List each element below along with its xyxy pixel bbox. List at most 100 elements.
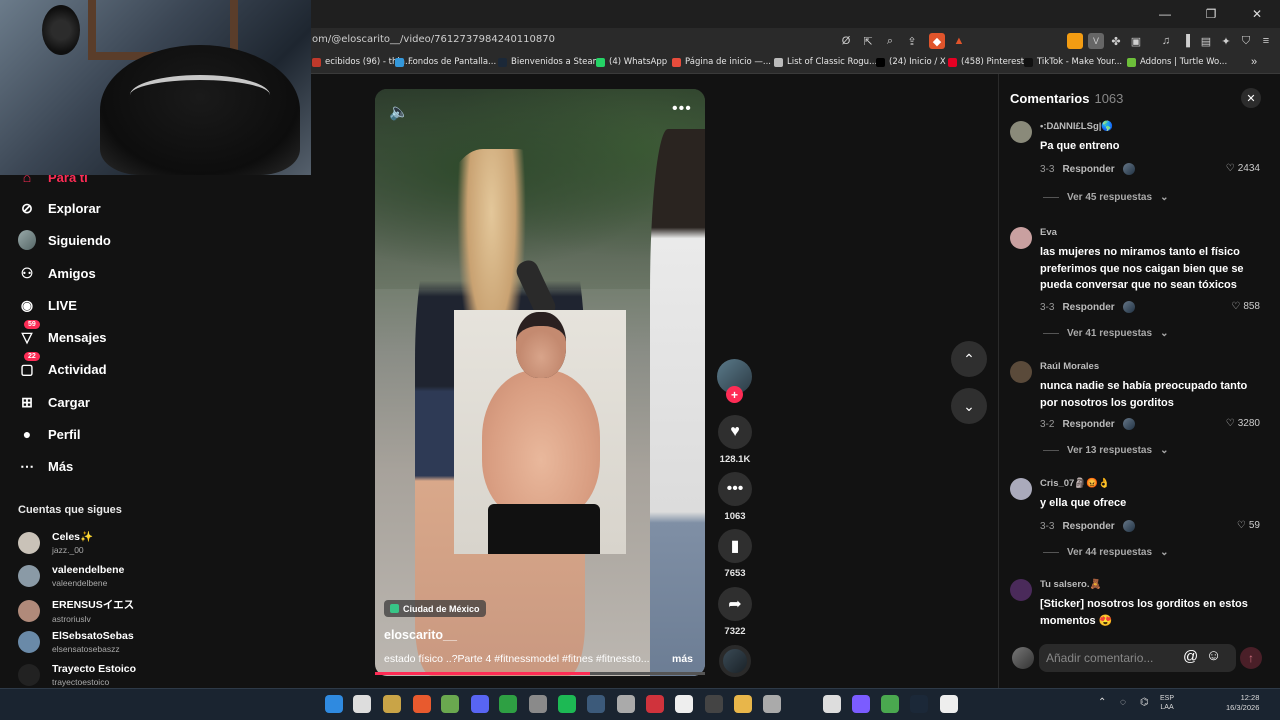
- sidebar-item-más[interactable]: ⋯ Más: [18, 457, 73, 475]
- comment-like-button[interactable]: ♡ 858: [1231, 301, 1260, 312]
- video-author[interactable]: eloscarito__: [384, 628, 457, 642]
- bookmark-item[interactable]: List of Classic Rogu...: [774, 57, 877, 67]
- chevron-up-icon[interactable]: ⌃: [1098, 697, 1106, 708]
- wallet-icon[interactable]: ▤: [1198, 33, 1214, 49]
- sidebar-item-mensajes[interactable]: ▽ 59 Mensajes: [18, 320, 107, 346]
- restore-button[interactable]: ❐: [1188, 0, 1234, 28]
- followed-account[interactable]: ERENSUSイエス astroriuslv: [18, 597, 134, 624]
- video-progress-bar[interactable]: [375, 672, 705, 675]
- steam-client-icon[interactable]: [910, 695, 928, 713]
- spotify-icon[interactable]: [558, 695, 576, 713]
- bookmark-icon[interactable]: ▮: [718, 529, 752, 563]
- bookmark-item[interactable]: Addons | Turtle Wo...: [1127, 57, 1227, 67]
- bookmarks-overflow-icon[interactable]: »: [1251, 56, 1257, 68]
- share-page-icon[interactable]: ⇪: [904, 33, 920, 49]
- browser-icon[interactable]: [763, 695, 781, 713]
- epic-icon[interactable]: [705, 695, 723, 713]
- tray-app-icon[interactable]: ◌: [1120, 697, 1126, 708]
- sidebar-item-amigos[interactable]: ⚇ Amigos: [18, 264, 96, 282]
- previous-video-button[interactable]: ⌃: [951, 341, 987, 377]
- folder-icon[interactable]: [734, 695, 752, 713]
- view-replies-button[interactable]: Ver 45 respuestas ⌄: [1043, 192, 1168, 203]
- capcut-icon[interactable]: [675, 695, 693, 713]
- comment-icon[interactable]: •••: [718, 472, 752, 506]
- reply-button[interactable]: Responder: [1062, 164, 1114, 175]
- avatar[interactable]: [1010, 579, 1032, 601]
- close-window-button[interactable]: ✕: [1234, 0, 1280, 28]
- start-icon[interactable]: [325, 695, 343, 713]
- share-action[interactable]: ➦ 7322: [717, 587, 753, 637]
- music-disc[interactable]: [719, 645, 751, 677]
- follow-plus-button[interactable]: +: [726, 386, 743, 403]
- comment-username[interactable]: Eva: [1040, 227, 1057, 238]
- brave-icon[interactable]: [413, 695, 431, 713]
- menu-icon[interactable]: ≡: [1258, 33, 1274, 49]
- sidebar-item-cargar[interactable]: ⊞ Cargar: [18, 393, 90, 411]
- bookmark-item[interactable]: Bienvenidos a Steam: [498, 57, 601, 67]
- comment-action[interactable]: ••• 1063: [717, 472, 753, 522]
- discord-icon[interactable]: [471, 695, 489, 713]
- bookmark-item[interactable]: (24) Inicio / X: [876, 57, 946, 67]
- mention-icon[interactable]: @: [1183, 648, 1198, 665]
- minimize-button[interactable]: —: [1142, 0, 1188, 28]
- zoom-icon[interactable]: ⌕: [882, 33, 898, 49]
- bookmark-item[interactable]: Fondos de Pantalla...: [395, 57, 496, 67]
- minecraft-icon[interactable]: [441, 695, 459, 713]
- extensions-icon[interactable]: ✤: [1108, 33, 1124, 49]
- bookmark-item[interactable]: (458) Pinterest: [948, 57, 1024, 67]
- followed-account[interactable]: Trayecto Estoico trayectoestoico: [18, 663, 136, 687]
- reply-button[interactable]: Responder: [1062, 521, 1114, 532]
- view-replies-button[interactable]: Ver 44 respuestas ⌄: [1043, 547, 1168, 558]
- avatar[interactable]: [1010, 227, 1032, 249]
- no-tracking-icon[interactable]: Ø: [838, 33, 854, 49]
- clock[interactable]: 12:28 16/3/2026: [1226, 693, 1259, 713]
- view-replies-button[interactable]: Ver 41 respuestas ⌄: [1043, 328, 1168, 339]
- brave-shield-icon[interactable]: ◆: [929, 33, 945, 49]
- followed-account[interactable]: Celes✨ jazz._00: [18, 530, 93, 555]
- app-purple-icon[interactable]: [852, 695, 870, 713]
- sidebar-item-actividad[interactable]: ▢ 22 Actividad: [18, 352, 107, 378]
- steam-icon[interactable]: [587, 695, 605, 713]
- comment-username[interactable]: •:D∆NNI£LSg|🌎: [1040, 121, 1113, 132]
- tasks-icon[interactable]: [499, 695, 517, 713]
- reply-button[interactable]: Responder: [1062, 419, 1114, 430]
- caption-more-link[interactable]: más: [672, 653, 693, 665]
- leo-ai-icon[interactable]: ✦: [1218, 33, 1234, 49]
- rewards-icon[interactable]: ▲: [951, 33, 967, 49]
- comment-username[interactable]: Cris_07🗿😡👌: [1040, 478, 1110, 489]
- open-external-icon[interactable]: ⇱: [860, 33, 876, 49]
- emoji-icon[interactable]: ☺: [1206, 647, 1221, 664]
- comment-username[interactable]: Raúl Morales: [1040, 361, 1099, 372]
- vpn-icon[interactable]: ⛉: [1238, 33, 1254, 49]
- save-page-icon[interactable]: ▣: [1128, 33, 1144, 49]
- comment-like-button[interactable]: ♡ 59: [1237, 520, 1260, 531]
- wow-icon[interactable]: [383, 695, 401, 713]
- reply-button[interactable]: Responder: [1062, 302, 1114, 313]
- media-icon[interactable]: ♫: [1158, 33, 1174, 49]
- sidebar-item-perfil[interactable]: ● Perfil: [18, 425, 81, 443]
- send-comment-button[interactable]: ↑: [1240, 647, 1262, 669]
- followed-account[interactable]: ElSebsatoSebas elsensatosebaszz: [18, 630, 134, 654]
- save-action[interactable]: ▮ 7653: [717, 529, 753, 579]
- avatar[interactable]: [1010, 121, 1032, 143]
- network-icon[interactable]: ⌬: [1140, 697, 1149, 708]
- video-more-icon[interactable]: •••: [672, 100, 692, 118]
- like-action[interactable]: ♥ 128.1K: [717, 415, 753, 465]
- next-video-button[interactable]: ⌄: [951, 388, 987, 424]
- close-comments-button[interactable]: ✕: [1241, 88, 1261, 108]
- comment-like-button[interactable]: ♡ 2434: [1226, 163, 1260, 174]
- bookmark-item[interactable]: (4) WhatsApp: [596, 57, 667, 67]
- sidebar-item-siguiendo[interactable]: Siguiendo: [18, 230, 111, 250]
- bookmark-item[interactable]: TikTok - Make Your...: [1024, 57, 1122, 67]
- extension-orange-icon[interactable]: [1067, 33, 1083, 49]
- avatar[interactable]: [1010, 478, 1032, 500]
- share-icon[interactable]: ➦: [718, 587, 752, 621]
- language-indicator[interactable]: ESP LAA: [1160, 694, 1174, 712]
- app-face-icon[interactable]: [940, 695, 958, 713]
- volume-icon[interactable]: 🔈: [389, 102, 409, 122]
- followed-account[interactable]: valeendelbene valeendelbene: [18, 564, 124, 588]
- search-icon[interactable]: [353, 695, 371, 713]
- view-replies-button[interactable]: Ver 13 respuestas ⌄: [1043, 445, 1168, 456]
- obs-icon[interactable]: [823, 695, 841, 713]
- app-red-icon[interactable]: [646, 695, 664, 713]
